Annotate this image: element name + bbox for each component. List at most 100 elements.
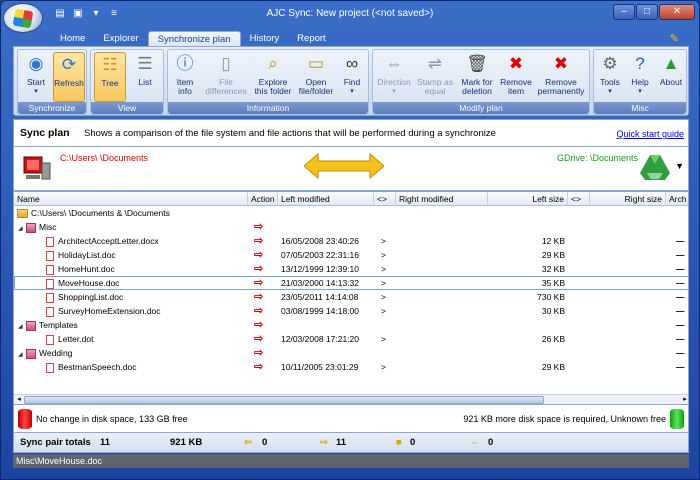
document-icon: [46, 250, 54, 261]
disk-space-bar: No change in disk space, 133 GB free 921…: [13, 405, 689, 433]
sync-direction-arrow-icon[interactable]: [304, 153, 384, 179]
row-arch-marker: —: [676, 348, 685, 358]
right-path[interactable]: GDrive: \Documents: [557, 153, 638, 163]
tab-synchronize-plan[interactable]: Synchronize plan: [147, 31, 241, 46]
row-action-icon[interactable]: ⇨: [254, 220, 263, 234]
column-right-modified[interactable]: Right modified: [396, 192, 488, 206]
chevron-down-icon[interactable]: ▼: [675, 161, 684, 171]
table-row[interactable]: HomeHunt.doc ⇨ 13/12/1999 12:39:10 >32 KB —: [14, 262, 688, 276]
row-compare: >: [381, 264, 386, 274]
sync-plan-title: Sync plan: [20, 127, 70, 139]
row-action-icon[interactable]: ⇨: [254, 346, 263, 360]
row-left-size: 29 KB: [541, 250, 565, 260]
row-name: SurveyHomeExtension.doc: [46, 304, 161, 318]
open-folder-icon: ▭: [307, 54, 325, 73]
tools-button[interactable]: ⚙ Tools ▾: [596, 52, 624, 96]
direction-button[interactable]: ⇔ Direction ▾: [375, 52, 413, 96]
column-action[interactable]: Action: [248, 192, 278, 206]
options-icon[interactable]: ✎: [670, 32, 679, 45]
remove-item-button[interactable]: ✖ Remove item: [499, 52, 533, 96]
tab-explorer[interactable]: Explorer: [94, 31, 147, 46]
scrollbar-thumb[interactable]: [24, 396, 544, 404]
mark-deletion-button[interactable]: 🗑 Mark for deletion: [457, 52, 497, 96]
help-button[interactable]: ? Help ▾: [626, 52, 654, 96]
computer-icon: [23, 156, 51, 180]
table-row[interactable]: ◢ Misc ⇨: [14, 220, 688, 234]
open-file-button[interactable]: ▭ Open file/folder: [296, 52, 336, 96]
remove-permanently-button[interactable]: ✖ Remove permanently: [535, 52, 587, 96]
chevron-down-icon: ▾: [350, 88, 354, 95]
start-icon: ◉: [28, 54, 44, 73]
table-row[interactable]: ◢ Templates ⇨ —: [14, 318, 688, 332]
totals-right-count: 11: [336, 437, 347, 448]
column-left-modified[interactable]: Left modified: [278, 192, 374, 206]
left-path[interactable]: C:\Users\ \Documents: [60, 153, 148, 163]
find-button[interactable]: ∞ Find ▾: [338, 52, 366, 96]
horizontal-scrollbar[interactable]: ◂ ▸: [14, 394, 688, 404]
minimize-button[interactable]: –: [613, 4, 635, 20]
document-icon: [46, 278, 54, 289]
close-button[interactable]: ✕: [659, 4, 695, 20]
row-left-size: 730 KB: [537, 292, 565, 302]
tab-home[interactable]: Home: [51, 31, 94, 46]
totals-both-count: 0: [488, 437, 494, 448]
about-button[interactable]: ▲ About: [656, 52, 686, 87]
column-right-size[interactable]: Right size: [590, 192, 666, 206]
row-action-icon[interactable]: ⇨: [254, 234, 263, 248]
explore-folder-button[interactable]: ⌕ Explore this folder: [252, 52, 294, 96]
table-row[interactable]: ArchitectAcceptLetter.docx ⇨ 16/05/2008 23…: [14, 234, 688, 248]
row-left-size: 26 KB: [541, 334, 565, 344]
remove-label-2: item: [507, 86, 525, 96]
column-compare-date[interactable]: <>: [374, 192, 396, 206]
tab-history[interactable]: History: [241, 31, 289, 46]
column-left-size[interactable]: Left size: [488, 192, 568, 206]
row-action-icon[interactable]: ⇨: [254, 304, 263, 318]
table-header: Name Action Left modified <> Right modif…: [14, 192, 688, 206]
document-icon: [46, 264, 54, 275]
group-label-modify-plan: Modify plan: [373, 102, 589, 114]
row-name: C:\Users\ \Documents & \Documents: [17, 206, 170, 220]
folder-icon: [26, 320, 36, 331]
table-row[interactable]: ◢ Wedding ⇨ —: [14, 346, 688, 360]
tab-report[interactable]: Report: [288, 31, 335, 46]
row-action-icon[interactable]: ⇨: [254, 276, 263, 290]
quick-start-link[interactable]: Quick start guide: [616, 129, 684, 139]
row-name-text: Misc: [39, 222, 57, 232]
row-action-icon[interactable]: ⇨: [254, 360, 263, 374]
folder-icon: [26, 222, 36, 233]
trash-icon: 🗑: [466, 54, 488, 73]
row-action-icon[interactable]: ⇨: [254, 332, 263, 346]
table-row[interactable]: ShoppingList.doc ⇨ 23/05/2011 14:14:08 >730…: [14, 290, 688, 304]
row-action-icon[interactable]: ⇨: [254, 318, 263, 332]
row-action-icon[interactable]: ⇨: [254, 262, 263, 276]
table-row[interactable]: SurveyHomeExtension.doc ⇨ 03/08/1999 14:18…: [14, 304, 688, 318]
row-name-text: HomeHunt.doc: [58, 264, 115, 274]
magnifier-folder-icon: ⌕: [268, 54, 278, 73]
row-action-icon[interactable]: ⇨: [254, 290, 263, 304]
row-name: HolidayList.doc: [46, 248, 116, 262]
column-compare-size[interactable]: <>: [568, 192, 590, 206]
help-label: Help: [631, 77, 649, 87]
list-button[interactable]: ☰ List: [129, 52, 161, 87]
item-info-button[interactable]: ⓘ Item info: [170, 52, 200, 96]
scroll-left-icon[interactable]: ◂: [14, 395, 24, 403]
table-row[interactable]: MoveHouse.doc ⇨ 21/03/2000 14:13:32 >35 KB —: [14, 276, 688, 290]
column-arch[interactable]: Arch: [666, 192, 688, 206]
remove-perm-label-2: permanently: [537, 86, 585, 96]
table-row[interactable]: C:\Users\ \Documents & \Documents: [14, 206, 688, 220]
column-name[interactable]: Name: [14, 192, 248, 206]
refresh-button[interactable]: ⟳ Refresh: [53, 52, 85, 102]
row-name: ArchitectAcceptLetter.docx: [46, 234, 159, 248]
scroll-right-icon[interactable]: ▸: [680, 395, 688, 403]
start-label: Start: [27, 77, 45, 87]
stamp-equal-button[interactable]: ⇌ Stamp as equal: [415, 52, 455, 96]
start-button[interactable]: ◉ Start ▾: [21, 52, 51, 96]
maximize-button[interactable]: □: [636, 4, 658, 20]
table-row[interactable]: BestmanSpeech.doc ⇨ 10/11/2005 23:01:29 >29…: [14, 360, 688, 374]
file-differences-button[interactable]: ▯ File differences: [202, 52, 250, 96]
table-row[interactable]: Letter.dot ⇨ 12/03/2008 17:21:20 >26 KB —: [14, 332, 688, 346]
group-label-view: View: [91, 102, 163, 114]
row-action-icon[interactable]: ⇨: [254, 248, 263, 262]
tree-button[interactable]: ☷ Tree: [94, 52, 126, 102]
table-row[interactable]: HolidayList.doc ⇨ 07/05/2003 22:31:16 >29 K…: [14, 248, 688, 262]
